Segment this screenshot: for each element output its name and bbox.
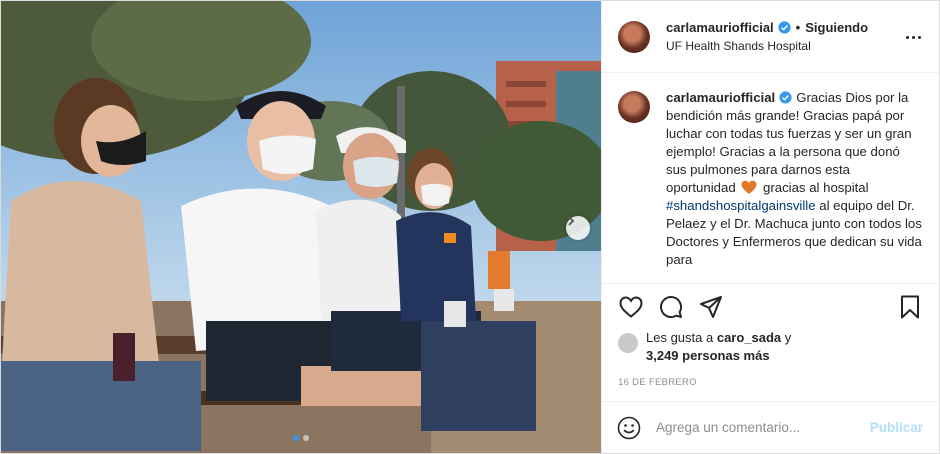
instagram-post: carlamauriofficial • Siguiendo UF Health… [0,0,940,454]
emoji-picker-button[interactable] [616,415,642,441]
next-slide-button[interactable] [566,216,590,240]
caption-author-avatar[interactable] [618,91,650,123]
user-row: carlamauriofficial • Siguiendo [666,20,868,35]
emoji-icon [617,416,641,439]
caption-username[interactable]: carlamauriofficial [666,90,775,105]
post-date[interactable]: 16 DE FEBRERO [602,369,939,401]
post-side-panel: carlamauriofficial • Siguiendo UF Health… [601,1,939,453]
like-button[interactable] [618,294,644,320]
publish-button[interactable]: Publicar [870,420,923,435]
comment-input[interactable] [656,420,870,435]
caption-area: carlamauriofficial Gracias Dios por la b… [602,73,939,283]
post-caption: carlamauriofficial Gracias Dios por la b… [666,89,923,283]
comment-icon [660,295,683,318]
add-comment-bar: Publicar [602,401,939,453]
more-options-icon[interactable] [901,27,925,47]
heart-icon [619,295,643,318]
post-photo[interactable] [1,1,601,453]
carousel-dot-active [293,435,299,441]
post-photo-illustration [1,1,601,453]
post-location[interactable]: UF Health Shands Hospital [666,39,868,53]
separator-dot: • [795,20,801,35]
likes-conjunction: y [784,330,792,345]
carousel-dot [303,435,309,441]
likes-text: Les gusta a caro_sada y 3,249 personas m… [646,329,791,365]
likes-summary: Les gusta a caro_sada y 3,249 personas m… [602,329,939,369]
caption-hashtag-link[interactable]: #shandshospitalgainsville [666,198,816,213]
likes-prefix: Les gusta a [646,330,714,345]
comment-button[interactable] [658,294,684,320]
liker-avatar[interactable] [618,333,638,353]
caption-text-2: gracias al hospital [763,180,869,195]
carousel-indicators [1,435,601,441]
post-actions-bar [602,283,939,329]
author-avatar[interactable] [618,20,650,53]
following-button[interactable]: Siguiendo [805,20,868,35]
share-icon [700,295,722,318]
verified-badge-icon [778,21,791,34]
liker-username[interactable]: caro_sada [717,330,781,345]
post-header: carlamauriofficial • Siguiendo UF Health… [602,1,939,73]
author-username[interactable]: carlamauriofficial [666,20,774,35]
chevron-right-icon [568,216,575,226]
header-text: carlamauriofficial • Siguiendo UF Health… [666,20,868,53]
bookmark-icon [901,295,919,318]
verified-badge-icon [779,91,792,104]
share-button[interactable] [698,294,724,320]
orange-heart-emoji-icon [741,180,757,194]
likes-count[interactable]: 3,249 personas más [646,348,770,363]
save-button[interactable] [897,294,923,320]
